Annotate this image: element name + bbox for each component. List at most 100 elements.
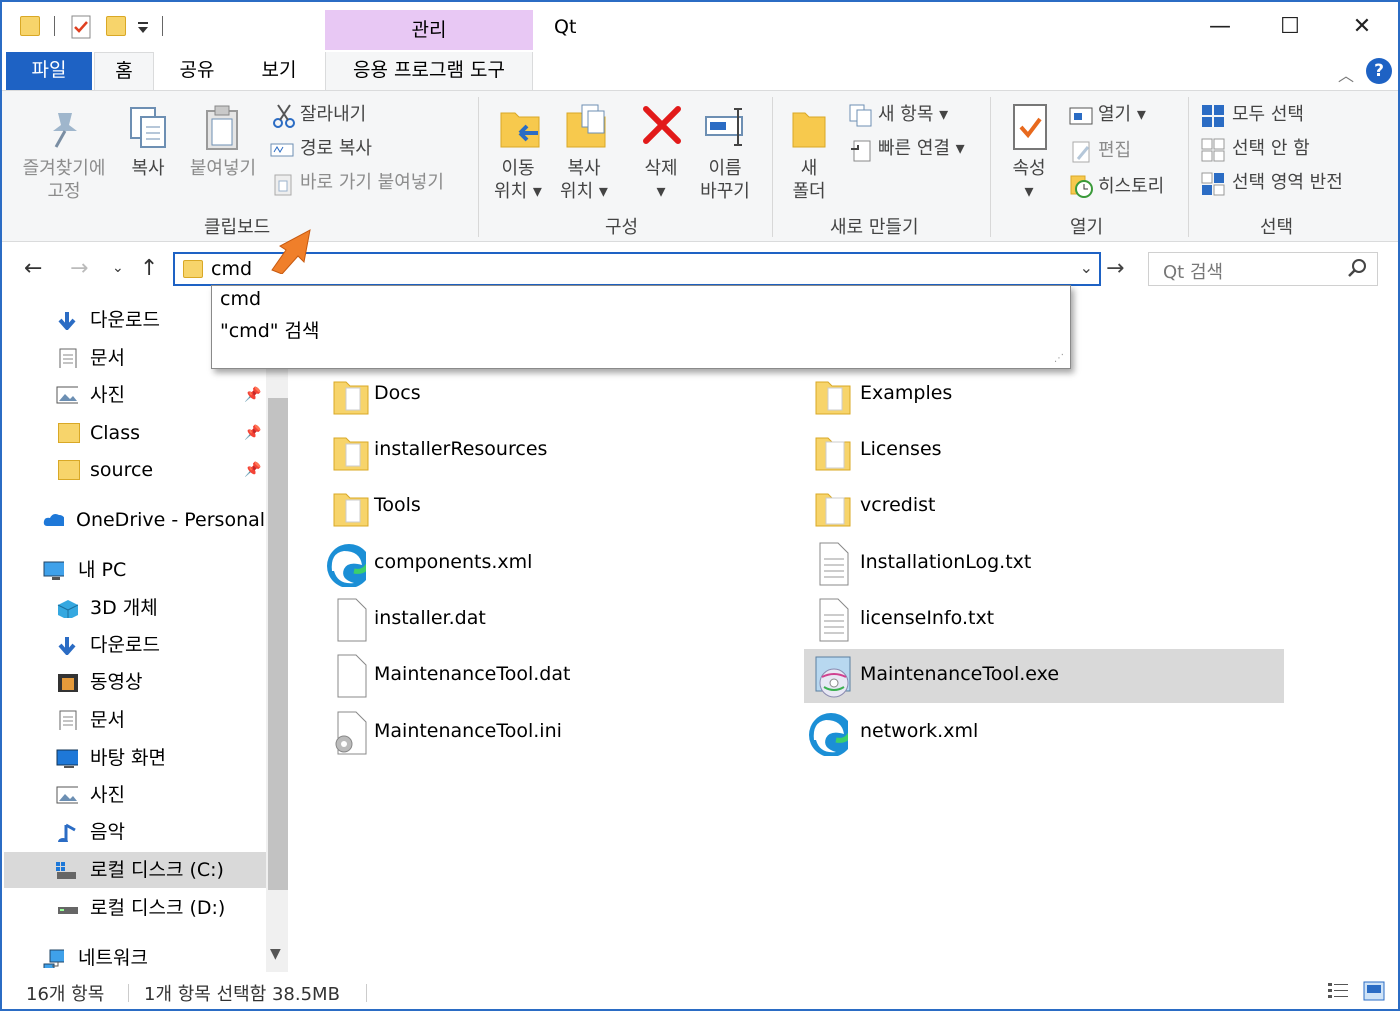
delete-x-icon <box>643 106 681 144</box>
forward-button[interactable]: → <box>70 256 88 281</box>
file-item-maintenancetool-ini[interactable]: MaintenanceTool.ini <box>322 706 802 760</box>
nav-item-pictures[interactable]: 사진 📌 <box>4 377 266 413</box>
copy-to-button[interactable]: 복사 위치 ▾ <box>554 157 614 203</box>
pin-icon[interactable]: 📌 <box>244 377 261 413</box>
file-name: Docs <box>374 382 421 404</box>
autocomplete-item-search-cmd[interactable]: "cmd" 검색 <box>220 316 320 343</box>
nav-label: 사진 <box>90 384 125 406</box>
nav-item-this-pc[interactable]: 내 PC <box>4 552 266 588</box>
resize-grip-icon[interactable]: ⋰ <box>1054 353 1064 364</box>
pin-icon[interactable]: 📌 <box>244 415 261 451</box>
nav-item-desktop[interactable]: 바탕 화면 <box>4 740 266 776</box>
delete-button[interactable]: 삭제 ▾ <box>632 157 690 203</box>
nav-item-pictures-pc[interactable]: 사진 <box>4 777 266 813</box>
pin-to-quick-access-button[interactable]: 즐겨찾기에 고정 <box>12 157 116 203</box>
minimize-button[interactable]: — <box>1190 8 1250 46</box>
select-all-button[interactable]: 모두 선택 <box>1232 103 1304 126</box>
quick-access-folder-icon[interactable] <box>20 16 40 36</box>
rename-label-2: 바꾸기 <box>700 181 750 202</box>
search-box[interactable]: Qt 검색 <box>1148 252 1378 286</box>
file-item-licenses[interactable]: Licenses <box>804 424 1284 478</box>
help-icon[interactable]: ? <box>1366 58 1392 84</box>
new-item-button[interactable]: 새 항목 ▾ <box>878 103 948 126</box>
large-icons-view-icon[interactable] <box>1362 980 1386 1002</box>
rename-button[interactable]: 이름 바꾸기 <box>694 157 756 203</box>
file-item-docs[interactable]: Docs <box>322 368 802 422</box>
tab-application-tools[interactable]: 응용 프로그램 도구 <box>325 52 533 90</box>
customize-qa-dropdown-icon[interactable] <box>136 20 150 46</box>
file-name: MaintenanceTool.dat <box>374 663 571 685</box>
file-item-vcredist[interactable]: vcredist <box>804 480 1284 534</box>
nav-item-documents-pc[interactable]: 문서 <box>4 702 266 738</box>
pin-icon[interactable]: 📌 <box>244 452 261 488</box>
nav-label: 문서 <box>90 709 125 731</box>
nav-item-downloads-pc[interactable]: 다운로드 <box>4 627 266 663</box>
nav-item-music[interactable]: 음악 <box>4 814 266 850</box>
divider <box>990 97 991 237</box>
file-name: vcredist <box>860 494 936 516</box>
search-input[interactable]: Qt 검색 <box>1163 258 1223 284</box>
file-item-components-xml[interactable]: components.xml <box>322 537 802 591</box>
paste-icon <box>206 105 238 150</box>
nav-label: 바탕 화면 <box>90 747 166 769</box>
paste-shortcut-button[interactable]: 바로 가기 붙여넣기 <box>300 171 444 194</box>
pictures-icon <box>56 386 78 404</box>
sidebar-scrollbar-thumb[interactable] <box>268 398 288 890</box>
group-open-label: 열기 <box>1070 217 1104 238</box>
properties-check-icon[interactable] <box>70 14 94 40</box>
installer-exe-icon <box>815 656 851 698</box>
file-item-licenseinfo-txt[interactable]: licenseInfo.txt <box>804 593 1284 647</box>
file-item-installationlog-txt[interactable]: InstallationLog.txt <box>804 537 1284 591</box>
easy-access-button[interactable]: 빠른 연결 ▾ <box>878 137 965 160</box>
maximize-button[interactable]: ☐ <box>1260 8 1320 46</box>
nav-label: 네트워크 <box>78 947 148 969</box>
nav-item-source[interactable]: source 📌 <box>4 452 266 488</box>
tab-view[interactable]: 보기 <box>246 52 312 90</box>
tab-home[interactable]: 홈 <box>94 52 154 90</box>
file-item-maintenancetool-dat[interactable]: MaintenanceTool.dat <box>322 649 802 703</box>
autocomplete-item-cmd[interactable]: cmd <box>220 288 261 310</box>
nav-item-drive-d[interactable]: 로컬 디스크 (D:) <box>4 890 266 926</box>
nav-item-drive-c[interactable]: 로컬 디스크 (C:) <box>4 852 266 888</box>
move-to-button[interactable]: 이동 위치 ▾ <box>488 157 548 203</box>
file-name: network.xml <box>860 720 979 742</box>
recent-locations-dropdown-icon[interactable]: ⌄ <box>112 260 124 276</box>
nav-item-videos[interactable]: 동영상 <box>4 664 266 700</box>
copy-path-button[interactable]: 경로 복사 <box>300 137 372 160</box>
nav-item-class[interactable]: Class 📌 <box>4 415 266 451</box>
nav-item-3d-objects[interactable]: 3D 개체 <box>4 590 266 626</box>
address-input[interactable]: cmd <box>211 258 252 280</box>
details-view-icon[interactable] <box>1326 980 1350 1002</box>
new-folder-icon[interactable] <box>106 16 126 36</box>
copy-button[interactable]: 복사 <box>120 157 176 180</box>
back-button[interactable]: ← <box>24 256 42 281</box>
edit-button[interactable]: 편집 <box>1098 139 1131 162</box>
file-item-examples[interactable]: Examples <box>804 368 1284 422</box>
select-none-button[interactable]: 선택 안 함 <box>1232 137 1310 160</box>
new-folder-button[interactable]: 새 폴더 <box>786 157 832 203</box>
file-item-tools[interactable]: Tools <box>322 480 802 534</box>
paste-button[interactable]: 붙여넣기 <box>182 157 264 180</box>
nav-item-network[interactable]: 네트워크 <box>4 940 266 976</box>
tab-share[interactable]: 공유 <box>164 52 230 90</box>
up-button[interactable]: ↑ <box>140 256 158 281</box>
ribbon-collapse-icon[interactable]: ︿ <box>1338 62 1354 86</box>
file-item-installer-dat[interactable]: installer.dat <box>322 593 802 647</box>
file-item-network-xml[interactable]: network.xml <box>804 706 1284 760</box>
close-button[interactable]: ✕ <box>1332 8 1392 46</box>
go-arrow-button[interactable]: → <box>1106 256 1124 281</box>
nav-label: 3D 개체 <box>90 597 158 619</box>
scroll-down-icon[interactable]: ▼ <box>270 946 281 962</box>
copy-to-icon <box>566 104 606 148</box>
open-button[interactable]: 열기 ▾ <box>1098 103 1146 126</box>
tab-file[interactable]: 파일 <box>6 52 92 90</box>
nav-item-onedrive[interactable]: OneDrive - Personal <box>4 502 266 538</box>
file-item-installerresources[interactable]: installerResources <box>322 424 802 478</box>
cut-button[interactable]: 잘라내기 <box>300 103 366 126</box>
history-button[interactable]: 히스토리 <box>1098 175 1164 198</box>
edge-icon <box>327 544 366 587</box>
file-item-maintenancetool-exe[interactable]: MaintenanceTool.exe <box>804 649 1284 703</box>
chevron-down-icon[interactable]: ⌄ <box>1080 258 1093 277</box>
invert-selection-button[interactable]: 선택 영역 반전 <box>1232 171 1343 194</box>
properties-button[interactable]: 속성 ▾ <box>1004 157 1054 203</box>
